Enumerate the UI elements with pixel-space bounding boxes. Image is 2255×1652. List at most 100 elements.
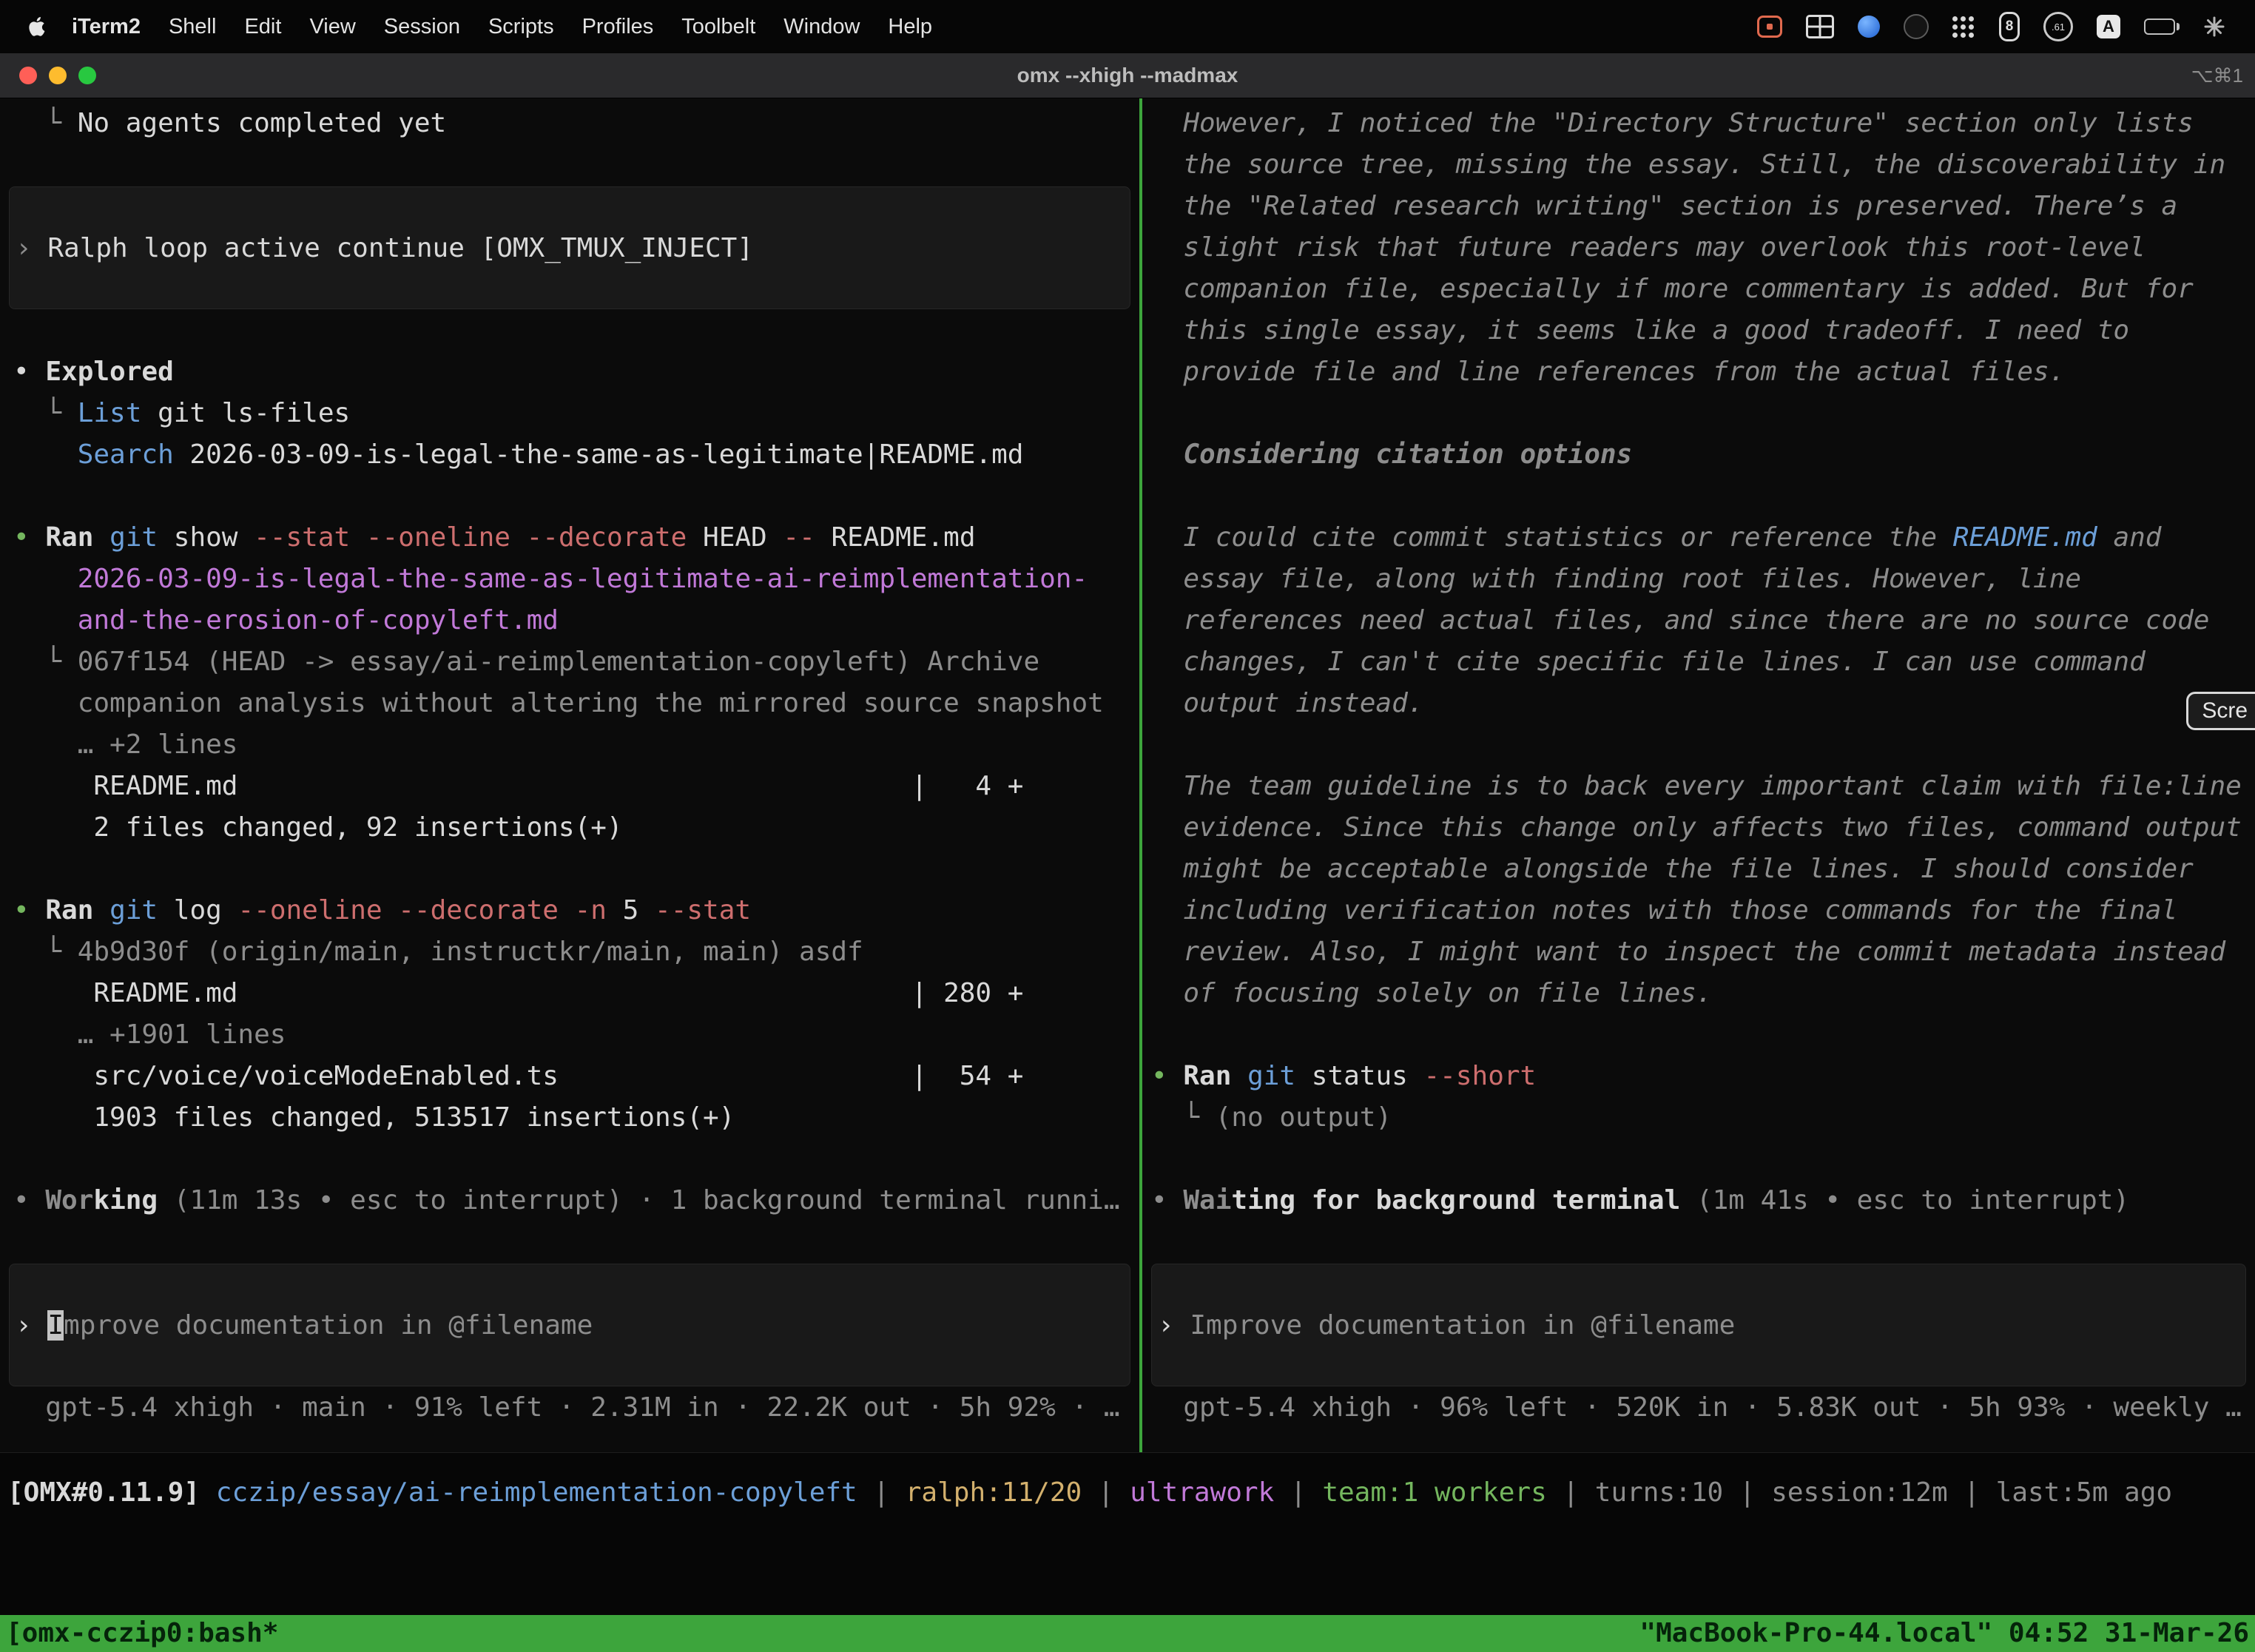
- percent-badge-label: .61: [2052, 21, 2065, 33]
- text-run: Improve documentation in @filename: [1190, 1310, 1735, 1341]
- text-run: (1m 41s • esc to interrupt): [1680, 1185, 2129, 1216]
- text-run: ultrawork: [1130, 1477, 1274, 1508]
- text-cursor: I: [47, 1310, 64, 1341]
- text-run: git: [1247, 1061, 1295, 1091]
- menu-item-session[interactable]: Session: [370, 15, 474, 38]
- right-terminal-line: I could cite commit statistics or refere…: [1142, 517, 2255, 559]
- fan-icon[interactable]: [2203, 16, 2225, 38]
- text-run: The team guideline is to back every impo…: [1151, 771, 2242, 801]
- left-terminal-line: • Ran git log --oneline --decorate -n 5 …: [0, 890, 1139, 931]
- text-run: README.md | 280: [13, 978, 1008, 1008]
- terminal-area: └ No agents completed yet› Ralph loop ac…: [0, 98, 2255, 1452]
- macos-menu-bar: iTerm2ShellEditViewSessionScriptsProfile…: [0, 0, 2255, 53]
- text-run: •: [13, 357, 45, 387]
- percent-badge-icon[interactable]: .61: [2043, 12, 2073, 41]
- right-terminal-line: [1142, 724, 2255, 766]
- text-run: companion analysis without altering the …: [13, 688, 1104, 718]
- menu-item-profiles[interactable]: Profiles: [568, 15, 668, 38]
- dark-app-icon[interactable]: [1904, 14, 1929, 39]
- text-run: Explored: [45, 357, 173, 387]
- text-run: team:1 workers: [1322, 1477, 1546, 1508]
- left-terminal-line: • Working (11m 13s • esc to interrupt) ·…: [0, 1180, 1139, 1221]
- menu-item-view[interactable]: View: [295, 15, 369, 38]
- screen-recording-indicator-icon[interactable]: [1757, 16, 1782, 38]
- right-terminal-line: the "Related research writing" section i…: [1142, 186, 2255, 227]
- text-run: slight risk that future readers may over…: [1151, 232, 2146, 263]
- left-terminal-line: … +1901 lines: [0, 1014, 1139, 1056]
- left-terminal-line: src/voice/voiceModeEnabled.ts | 54 +: [0, 1056, 1139, 1097]
- traffic-lights: [19, 53, 96, 98]
- text-run: •: [13, 895, 45, 926]
- menu-item-iterm2[interactable]: iTerm2: [58, 15, 155, 38]
- text-run: Considering citation options: [1151, 439, 1632, 470]
- text-run: |: [1082, 1477, 1130, 1508]
- right-terminal-line: The team guideline is to back every impo…: [1142, 766, 2255, 807]
- window-manager-icon[interactable]: [1806, 15, 1834, 38]
- text-run: and-the-erosion-of-copyleft.md: [13, 605, 559, 635]
- text-run: log: [158, 895, 237, 926]
- left-terminal-line: 2026-03-09-is-legal-the-same-as-legitima…: [0, 559, 1139, 600]
- apple-menu-icon[interactable]: [28, 16, 47, 38]
- battery-icon[interactable]: [2144, 18, 2180, 35]
- text-run: ›: [16, 1310, 47, 1341]
- text-run: ›: [16, 233, 47, 263]
- right-terminal-line: However, I noticed the "Directory Struct…: [1142, 103, 2255, 144]
- text-run: of focusing solely on file lines.: [1151, 978, 1713, 1008]
- menu-item-scripts[interactable]: Scripts: [474, 15, 568, 38]
- stat-pill-icon[interactable]: 8: [1999, 12, 2020, 41]
- left-terminal-line: 2 files changed, 92 insertions(+): [0, 807, 1139, 849]
- menu-item-window[interactable]: Window: [769, 15, 874, 38]
- text-run: [93, 522, 109, 553]
- tmux-host-clock-label: "MacBook-Pro-44.local" 04:52 31-Mar-26: [1639, 1615, 2249, 1652]
- right-terminal-line: including verification notes with those …: [1142, 890, 2255, 931]
- left-terminal-line: └ 4b9d30f (origin/main, instructkr/main,…: [0, 931, 1139, 973]
- blue-app-icon[interactable]: [1858, 16, 1880, 38]
- right-terminal-line: • Waiting for background terminal (1m 41…: [1142, 1180, 2255, 1221]
- text-run: status: [1295, 1061, 1423, 1091]
- right-terminal-line: [1142, 393, 2255, 434]
- text-run: 2 files changed, 92 insertions(+): [13, 812, 623, 843]
- right-terminal-pane[interactable]: However, I noticed the "Directory Struct…: [1142, 98, 2255, 1452]
- text-run: README.md: [1953, 522, 2097, 553]
- right-terminal-line: gpt-5.4 xhigh · 96% left · 520K in · 5.8…: [1142, 1387, 2255, 1429]
- minimize-button[interactable]: [49, 67, 67, 84]
- text-run: gpt-5.4 xhigh · 96% left · 520K in · 5.8…: [1151, 1392, 2242, 1423]
- text-run: Search: [78, 439, 174, 470]
- menu-item-edit[interactable]: Edit: [230, 15, 295, 38]
- tmux-status-bar: [omx-cczip0:bash* "MacBook-Pro-44.local"…: [0, 1615, 2255, 1652]
- text-run: --short: [1424, 1061, 1537, 1091]
- text-run: references need actual files, and since …: [1151, 605, 2209, 635]
- bottom-strip: [OMX#0.11.9] cczip/essay/ai-reimplementa…: [0, 1452, 2255, 1615]
- text-run: |: [1274, 1477, 1322, 1508]
- menu-item-shell[interactable]: Shell: [155, 15, 231, 38]
- input-source-icon[interactable]: A: [2097, 15, 2120, 38]
- text-run: the source tree, missing the essay. Stil…: [1151, 149, 2225, 180]
- app-grid-icon[interactable]: [1952, 16, 1975, 38]
- left-terminal-line: … +2 lines: [0, 724, 1139, 766]
- text-run: +: [1008, 1061, 1024, 1091]
- text-run: Ran: [1183, 1061, 1231, 1091]
- left-terminal-line: • Ran git show --stat --oneline --decora…: [0, 517, 1139, 559]
- stat-pill-label: 8: [2006, 18, 2014, 35]
- text-run: --stat: [655, 895, 751, 926]
- zoom-button[interactable]: [78, 67, 96, 84]
- left-terminal-line: gpt-5.4 xhigh · main · 91% left · 2.31M …: [0, 1387, 1139, 1429]
- tmux-session-label: [omx-cczip0:bash*: [6, 1615, 278, 1652]
- text-run: └ 067f154 (HEAD -> essay/ai-reimplementa…: [13, 647, 1039, 677]
- right-terminal-line: └ (no output): [1142, 1097, 2255, 1139]
- right-command-input[interactable]: › Improve documentation in @filename: [1151, 1264, 2246, 1386]
- menu-item-toolbelt[interactable]: Toolbelt: [667, 15, 769, 38]
- left-terminal-pane[interactable]: └ No agents completed yet› Ralph loop ac…: [0, 98, 1139, 1452]
- left-terminal-line: [0, 1139, 1139, 1180]
- text-run: mprove documentation in @filename: [64, 1310, 593, 1341]
- screen-share-tooltip[interactable]: Scre: [2186, 692, 2255, 730]
- text-run: •: [13, 1185, 45, 1216]
- left-command-input[interactable]: › Improve documentation in @filename: [9, 1264, 1130, 1386]
- text-run: └: [13, 108, 78, 138]
- menu-item-help[interactable]: Help: [874, 15, 946, 38]
- text-run: might be acceptable alongside the file l…: [1151, 854, 2194, 884]
- right-terminal-line: essay file, along with finding root file…: [1142, 559, 2255, 600]
- window-title-bar[interactable]: omx --xhigh --madmax ⌥⌘1: [0, 53, 2255, 98]
- right-terminal-line: • Ran git status --short: [1142, 1056, 2255, 1097]
- close-button[interactable]: [19, 67, 37, 84]
